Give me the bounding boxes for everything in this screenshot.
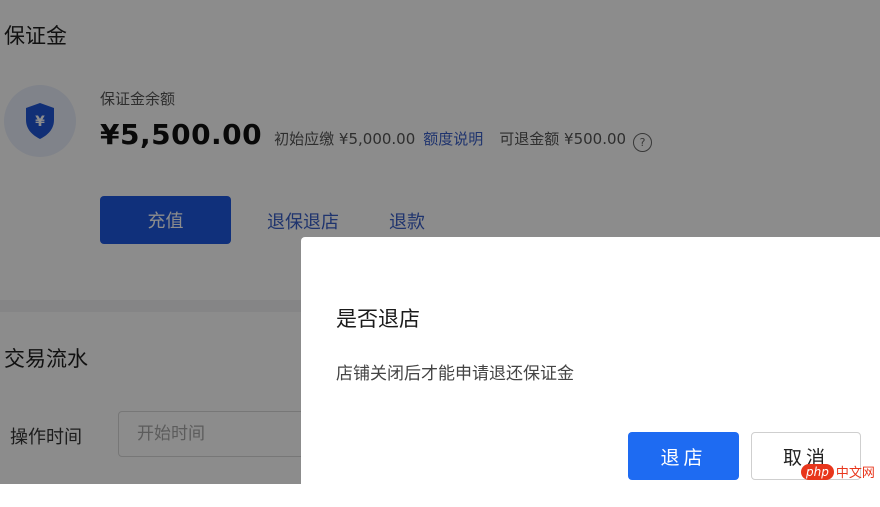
watermark: php 中文网 — [801, 462, 875, 481]
watermark-logo: php — [801, 463, 834, 480]
dialog-title: 是否退店 — [336, 307, 420, 331]
watermark-text: 中文网 — [835, 466, 875, 481]
dialog-message: 店铺关闭后才能申请退还保证金 — [336, 364, 574, 384]
confirm-close-store-button[interactable]: 退店 — [628, 432, 739, 480]
close-store-dialog: 是否退店 店铺关闭后才能申请退还保证金 退店 取消 — [301, 237, 880, 507]
